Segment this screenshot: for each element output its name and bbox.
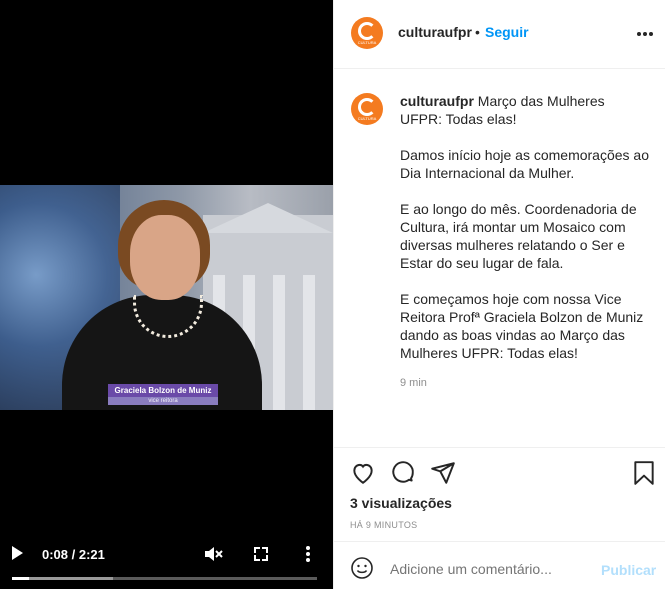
play-icon[interactable] <box>12 546 23 560</box>
lower-third-name: Graciela Bolzon de Muniz <box>108 384 218 397</box>
lower-third: Graciela Bolzon de Muniz vice reitora <box>108 384 218 405</box>
publish-button[interactable]: Publicar <box>601 562 656 578</box>
post-panel: CULTURA culturaufpr • Seguir CULTURA cul… <box>333 0 665 589</box>
views-count[interactable]: 3 visualizações <box>350 495 452 511</box>
speaker-face <box>130 215 200 300</box>
comment-icon[interactable] <box>390 460 416 486</box>
caption-username[interactable]: culturaufpr <box>400 93 474 109</box>
caption-area: CULTURA culturaufpr Março das Mulheres U… <box>334 69 665 447</box>
video-frame[interactable] <box>0 185 333 410</box>
caption-time: 9 min <box>400 377 427 389</box>
mute-icon[interactable] <box>203 545 223 563</box>
building-pediment <box>203 203 333 233</box>
comment-input[interactable] <box>390 561 590 577</box>
separator-dot: • <box>475 24 480 40</box>
caption-paragraph: E ao longo do mês. Coordenadoria de Cult… <box>400 201 637 271</box>
share-icon[interactable] <box>430 460 456 486</box>
bookmark-icon[interactable] <box>631 460 657 486</box>
caption-text: culturaufpr Março das Mulheres UFPR: Tod… <box>400 92 650 380</box>
emoji-icon[interactable] <box>350 556 374 580</box>
video-time: 0:08 / 2:21 <box>42 547 105 562</box>
caption-paragraph: E começamos hoje com nossa Vice Reitora … <box>400 291 644 361</box>
more-options-icon[interactable] <box>637 32 655 36</box>
posted-ago: HÁ 9 MINUTOS <box>350 520 418 530</box>
follow-button[interactable]: Seguir <box>485 24 529 40</box>
video-progress-bar[interactable] <box>12 577 317 580</box>
caption-paragraph: Damos início hoje as comemorações ao Dia… <box>400 147 650 181</box>
header-username[interactable]: culturaufpr <box>398 24 472 40</box>
action-bar: 3 visualizações HÁ 9 MINUTOS <box>334 447 665 540</box>
lower-third-role: vice reitora <box>108 397 218 405</box>
fullscreen-icon[interactable] <box>254 547 268 561</box>
video-player[interactable]: Graciela Bolzon de Muniz vice reitora 0:… <box>0 0 333 589</box>
video-controls: 0:08 / 2:21 <box>0 539 333 589</box>
caption-avatar[interactable]: CULTURA <box>351 93 383 125</box>
video-played <box>12 577 30 580</box>
comment-box: Publicar <box>334 541 665 590</box>
heart-icon[interactable] <box>350 460 376 486</box>
more-vertical-icon[interactable] <box>304 545 312 563</box>
avatar[interactable]: CULTURA <box>351 17 383 49</box>
post-header: CULTURA culturaufpr • Seguir <box>334 0 665 69</box>
